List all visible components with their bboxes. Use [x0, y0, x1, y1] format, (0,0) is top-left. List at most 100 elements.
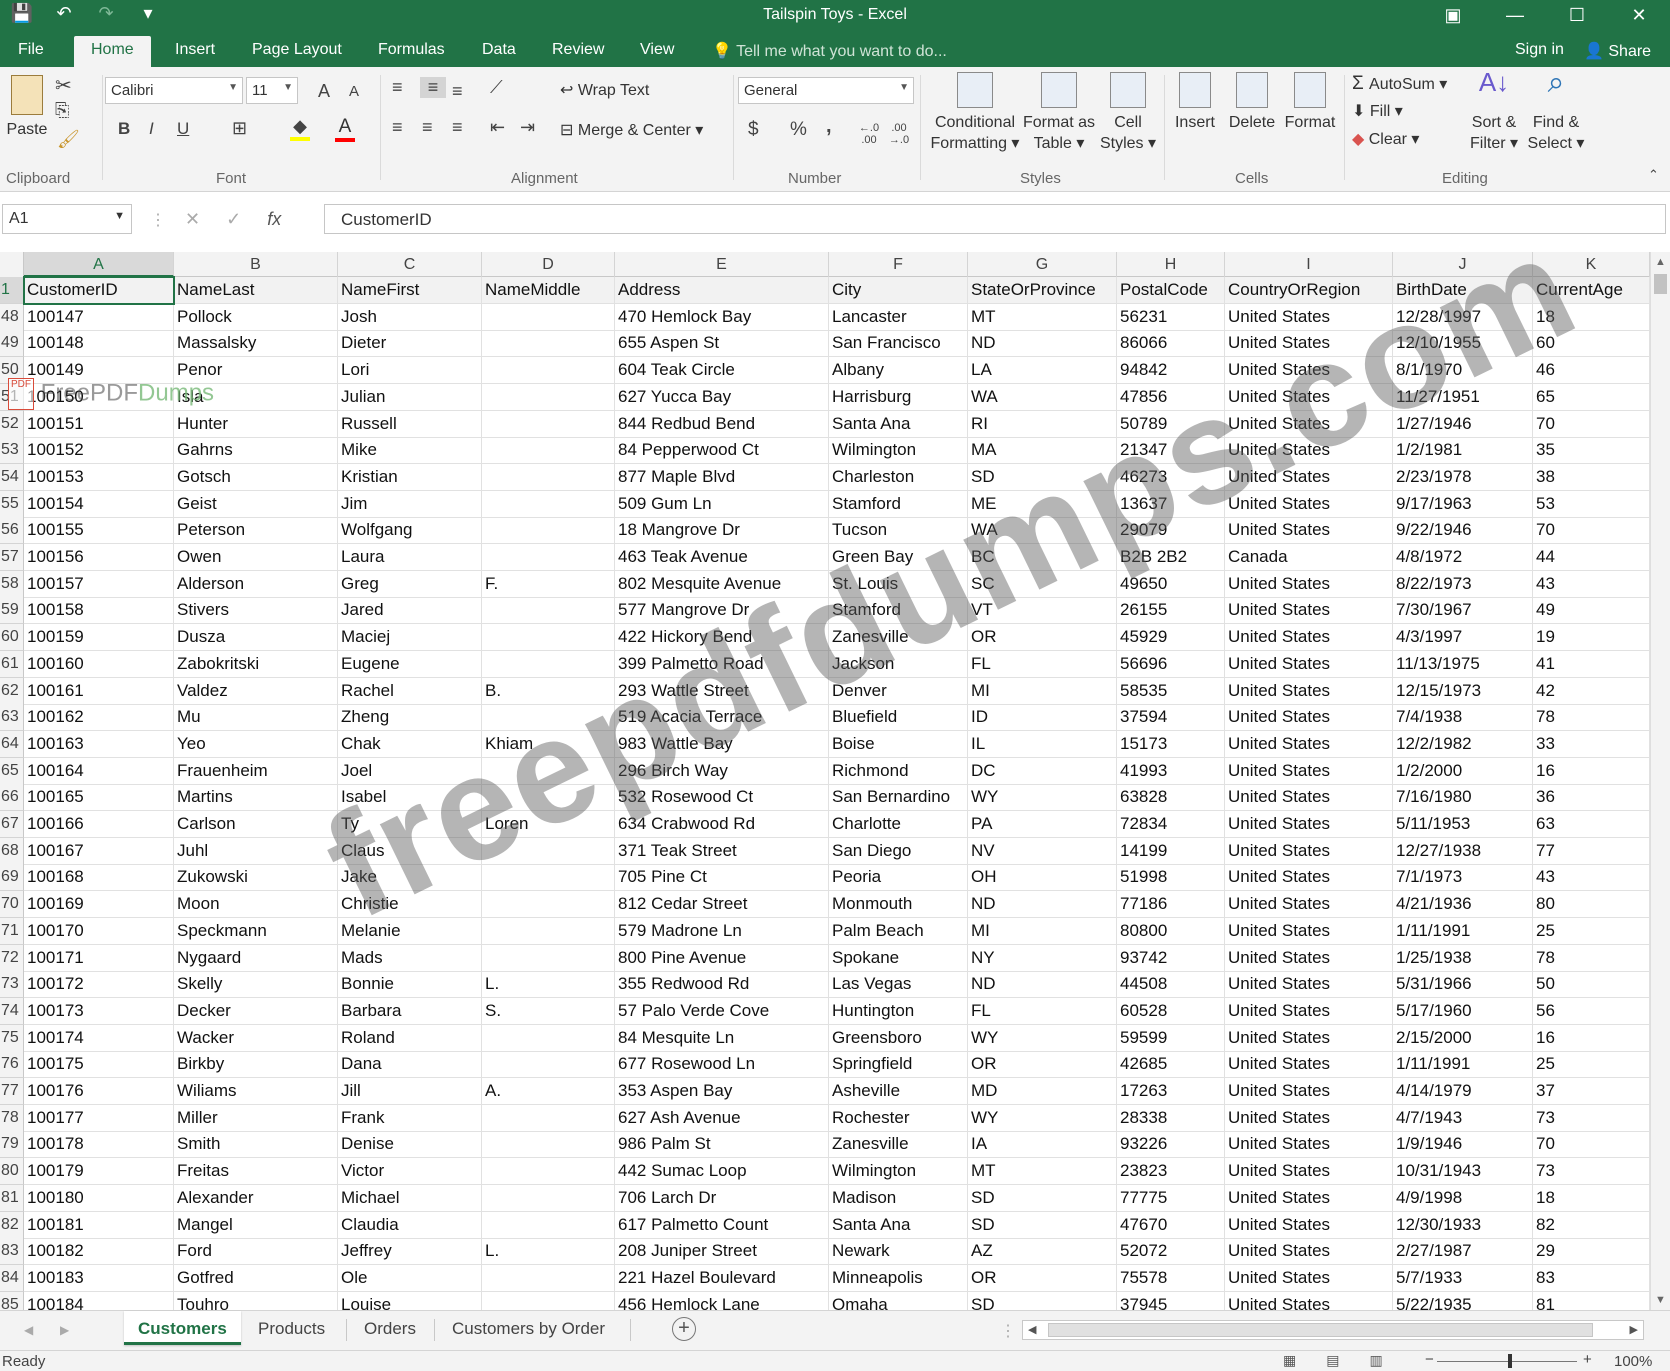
row-header[interactable]: 70: [0, 891, 24, 919]
data-cell[interactable]: [482, 410, 615, 438]
data-cell[interactable]: FL: [968, 997, 1117, 1025]
data-cell[interactable]: MT: [968, 303, 1117, 331]
column-title-cell[interactable]: CurrentAge: [1533, 277, 1650, 304]
data-cell[interactable]: Palm Beach: [829, 917, 968, 945]
tab-review[interactable]: Review: [552, 41, 604, 59]
data-cell[interactable]: [482, 784, 615, 812]
data-cell[interactable]: Gotfred: [174, 1264, 338, 1292]
cancel-icon[interactable]: ✕: [185, 209, 200, 230]
data-cell[interactable]: 43: [1533, 570, 1650, 598]
data-cell[interactable]: Ty: [338, 811, 482, 838]
data-cell[interactable]: 705 Pine Ct: [615, 864, 829, 892]
data-cell[interactable]: Stivers: [174, 597, 338, 625]
data-cell[interactable]: Dana: [338, 1051, 482, 1079]
data-cell[interactable]: 77: [1533, 837, 1650, 865]
data-cell[interactable]: Frank: [338, 1104, 482, 1132]
data-cell[interactable]: San Bernardino: [829, 784, 968, 812]
data-cell[interactable]: 82: [1533, 1211, 1650, 1239]
data-cell[interactable]: PA: [968, 811, 1117, 838]
data-cell[interactable]: 800 Pine Avenue: [615, 944, 829, 972]
data-cell[interactable]: Denise: [338, 1131, 482, 1159]
data-cell[interactable]: Wacker: [174, 1024, 338, 1052]
data-cell[interactable]: [482, 650, 615, 678]
fill-color-icon[interactable]: ◆: [290, 116, 310, 141]
data-cell[interactable]: 35: [1533, 437, 1650, 465]
data-cell[interactable]: 47670: [1117, 1211, 1225, 1239]
data-cell[interactable]: [482, 597, 615, 625]
data-cell[interactable]: 56: [1533, 997, 1650, 1025]
data-cell[interactable]: 19: [1533, 624, 1650, 652]
data-cell[interactable]: 456 Hemlock Lane: [615, 1291, 829, 1310]
insert-cells-button[interactable]: Insert: [1170, 72, 1220, 133]
data-cell[interactable]: United States: [1225, 997, 1393, 1025]
data-cell[interactable]: S.: [482, 997, 615, 1025]
data-cell[interactable]: 1/2/2000: [1393, 757, 1533, 785]
data-cell[interactable]: 604 Teak Circle: [615, 357, 829, 385]
data-cell[interactable]: Laura: [338, 544, 482, 571]
middle-align-icon[interactable]: ≡: [420, 77, 446, 98]
data-cell[interactable]: 100163: [24, 730, 174, 758]
data-cell[interactable]: Zheng: [338, 704, 482, 732]
data-cell[interactable]: 5/22/1935: [1393, 1291, 1533, 1310]
data-cell[interactable]: 16: [1533, 1024, 1650, 1052]
data-cell[interactable]: United States: [1225, 517, 1393, 545]
data-cell[interactable]: Zanesville: [829, 1131, 968, 1159]
format-painter-icon[interactable]: 🖌: [57, 129, 80, 150]
data-cell[interactable]: 100177: [24, 1104, 174, 1132]
data-cell[interactable]: Bonnie: [338, 971, 482, 999]
data-cell[interactable]: 4/7/1943: [1393, 1104, 1533, 1132]
font-color-icon[interactable]: A: [335, 116, 355, 142]
row-header[interactable]: 61: [0, 650, 24, 678]
data-cell[interactable]: 100184: [24, 1291, 174, 1310]
close-button[interactable]: ✕: [1608, 0, 1670, 32]
data-cell[interactable]: 26155: [1117, 597, 1225, 625]
data-cell[interactable]: A.: [482, 1078, 615, 1105]
data-cell[interactable]: Zukowski: [174, 864, 338, 892]
data-cell[interactable]: [482, 1158, 615, 1186]
data-cell[interactable]: 44508: [1117, 971, 1225, 999]
row-header[interactable]: 74: [0, 997, 24, 1025]
scroll-up-icon[interactable]: ▲: [1655, 256, 1666, 268]
data-cell[interactable]: Touhro: [174, 1291, 338, 1310]
data-cell[interactable]: VT: [968, 597, 1117, 625]
data-cell[interactable]: ME: [968, 490, 1117, 518]
tell-me-search[interactable]: 💡 Tell me what you want to do...: [712, 41, 947, 61]
data-cell[interactable]: United States: [1225, 1024, 1393, 1052]
data-cell[interactable]: 4/21/1936: [1393, 891, 1533, 919]
row-header[interactable]: 56: [0, 517, 24, 545]
data-cell[interactable]: United States: [1225, 917, 1393, 945]
data-cell[interactable]: WY: [968, 1024, 1117, 1052]
data-cell[interactable]: 1/11/1991: [1393, 1051, 1533, 1079]
data-cell[interactable]: United States: [1225, 784, 1393, 812]
data-cell[interactable]: 100151: [24, 410, 174, 438]
data-cell[interactable]: 29: [1533, 1238, 1650, 1266]
data-cell[interactable]: United States: [1225, 570, 1393, 598]
data-cell[interactable]: Las Vegas: [829, 971, 968, 999]
data-cell[interactable]: 41: [1533, 650, 1650, 678]
data-cell[interactable]: 43: [1533, 864, 1650, 892]
data-cell[interactable]: ID: [968, 704, 1117, 732]
column-title-cell[interactable]: City: [829, 277, 968, 304]
sign-in-link[interactable]: Sign in: [1515, 41, 1564, 59]
data-cell[interactable]: 100164: [24, 757, 174, 785]
data-cell[interactable]: Huntington: [829, 997, 968, 1025]
data-cell[interactable]: L.: [482, 1238, 615, 1266]
data-cell[interactable]: Charlotte: [829, 811, 968, 838]
data-cell[interactable]: 25: [1533, 1051, 1650, 1079]
data-cell[interactable]: OR: [968, 624, 1117, 652]
data-cell[interactable]: Barbara: [338, 997, 482, 1025]
data-cell[interactable]: 51998: [1117, 864, 1225, 892]
data-cell[interactable]: Loren: [482, 811, 615, 838]
data-cell[interactable]: 706 Larch Dr: [615, 1184, 829, 1212]
data-cell[interactable]: Isla: [174, 383, 338, 411]
data-cell[interactable]: 78: [1533, 704, 1650, 732]
data-cell[interactable]: Mike: [338, 437, 482, 465]
row-header[interactable]: 67: [0, 811, 24, 838]
restore-button[interactable]: ☐: [1546, 0, 1608, 32]
data-cell[interactable]: Mangel: [174, 1211, 338, 1239]
zoom-thumb[interactable]: [1508, 1354, 1512, 1368]
row-header[interactable]: 83: [0, 1238, 24, 1266]
data-cell[interactable]: 221 Hazel Boulevard: [615, 1264, 829, 1292]
sheet-tab-orders[interactable]: Orders: [350, 1311, 430, 1345]
data-cell[interactable]: 100147: [24, 303, 174, 331]
